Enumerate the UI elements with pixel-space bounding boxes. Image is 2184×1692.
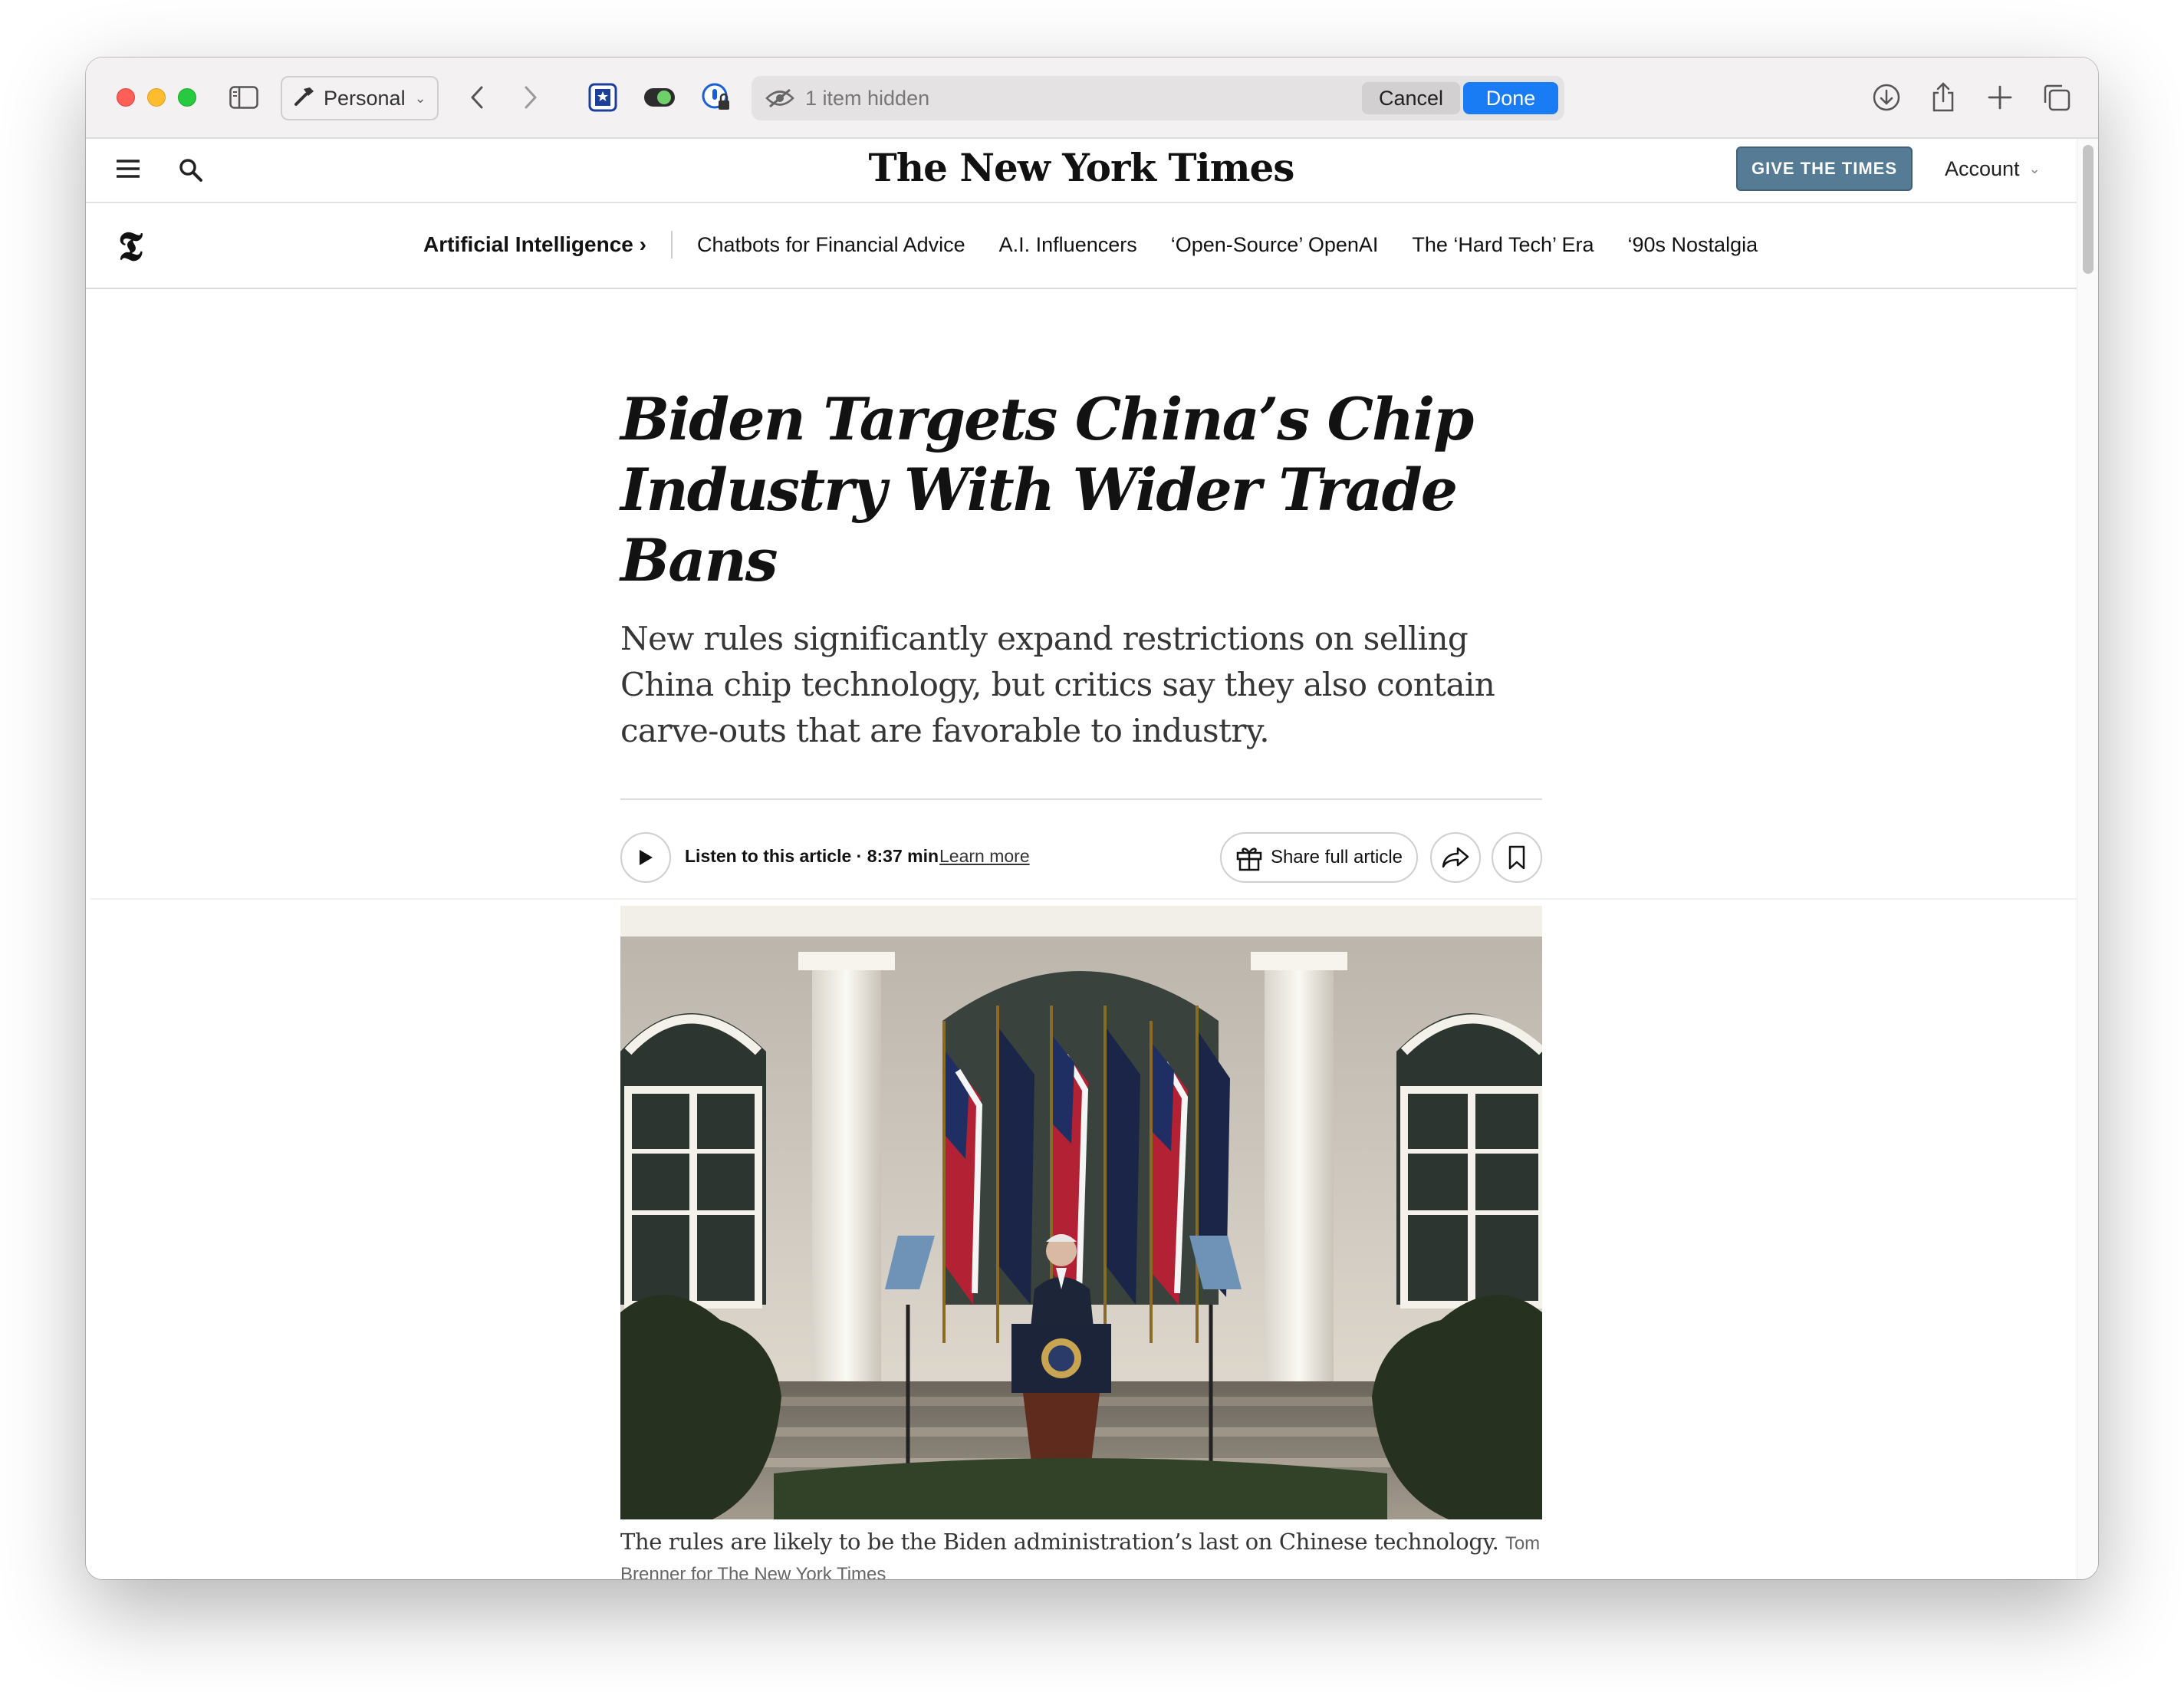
- profile-label: Personal: [324, 86, 406, 110]
- hidden-eye-icon: [765, 88, 796, 108]
- back-icon[interactable]: [460, 81, 494, 114]
- cancel-button[interactable]: Cancel: [1362, 82, 1460, 114]
- browser-toolbar: Personal ⌄ 1 item hidden Cancel Done: [86, 58, 2098, 139]
- share-full-article-button[interactable]: Share full article: [1220, 832, 1418, 883]
- sidebar-icon[interactable]: [227, 81, 261, 114]
- topic-link[interactable]: A.I. Influencers: [999, 233, 1137, 257]
- article-header: Biden Targets China’s Chip Industry With…: [620, 384, 1542, 892]
- chevron-down-icon: ⌄: [2028, 161, 2041, 176]
- article-headline: Biden Targets China’s Chip Industry With…: [620, 385, 1474, 594]
- caption-text: The rules are likely to be the Biden adm…: [620, 1529, 1499, 1555]
- article-photo[interactable]: [620, 906, 1542, 1519]
- bookmark-icon: [1508, 845, 1525, 870]
- share-arrow-icon: [1442, 847, 1469, 868]
- close-window-button[interactable]: [117, 88, 135, 107]
- topic-bar: 𝕿 Artificial Intelligence › Chatbots for…: [86, 203, 2077, 289]
- hidden-items-status: 1 item hidden: [805, 86, 930, 110]
- download-icon[interactable]: [1870, 81, 1903, 114]
- give-the-times-button[interactable]: GIVE THE TIMES: [1736, 146, 1913, 191]
- t-logo-icon[interactable]: 𝕿: [118, 223, 143, 271]
- bookmark-star-icon[interactable]: [586, 81, 620, 114]
- share-icon[interactable]: [1926, 81, 1960, 114]
- scrollbar-track[interactable]: [2077, 139, 2098, 1579]
- zoom-window-button[interactable]: [178, 88, 196, 107]
- forward-icon[interactable]: [514, 81, 548, 114]
- listen-label: Listen to this article · 8:37 min: [685, 846, 939, 866]
- password-icon[interactable]: [699, 81, 733, 114]
- address-bar[interactable]: 1 item hidden Cancel Done: [752, 76, 1564, 120]
- account-label: Account: [1945, 157, 2020, 180]
- learn-more-link[interactable]: Learn more: [939, 846, 1030, 867]
- profile-switcher[interactable]: Personal ⌄: [281, 76, 439, 120]
- gift-icon: [1236, 848, 1262, 871]
- site-header: The New York Times GIVE THE TIMES Accoun…: [86, 139, 2077, 203]
- topic-link[interactable]: ‘Open-Source’ OpenAI: [1171, 233, 1379, 257]
- save-button[interactable]: [1492, 832, 1542, 883]
- new-tab-icon[interactable]: [1983, 81, 2017, 114]
- article-tools: Listen to this article · 8:37 min Learn …: [620, 800, 1542, 892]
- toggle-icon[interactable]: [643, 81, 676, 114]
- share-button[interactable]: [1430, 832, 1481, 883]
- topic-link[interactable]: Chatbots for Financial Advice: [697, 233, 965, 257]
- topic-nav: Artificial Intelligence › Chatbots for F…: [423, 231, 1791, 258]
- section-link[interactable]: Artificial Intelligence ›: [423, 232, 646, 257]
- topic-link[interactable]: ‘90s Nostalgia: [1628, 233, 1758, 257]
- minimize-window-button[interactable]: [147, 88, 166, 107]
- play-audio-button[interactable]: [620, 832, 671, 883]
- tabs-overview-icon[interactable]: [2040, 81, 2074, 114]
- page-content: The New York Times GIVE THE TIMES Accoun…: [86, 139, 2098, 1579]
- scrollbar-thumb[interactable]: [2083, 145, 2094, 274]
- hammer-icon: [293, 84, 316, 113]
- done-button[interactable]: Done: [1463, 82, 1558, 114]
- play-icon: [640, 850, 653, 865]
- topic-link[interactable]: The ‘Hard Tech’ Era: [1412, 233, 1594, 257]
- browser-window: Personal ⌄ 1 item hidden Cancel Done The…: [86, 58, 2098, 1579]
- account-menu[interactable]: Account ⌄: [1945, 157, 2041, 181]
- nav-divider: [670, 231, 673, 258]
- article-summary: New rules significantly expand restricti…: [620, 620, 1495, 749]
- photo-caption: The rules are likely to be the Biden adm…: [620, 1527, 1542, 1579]
- chevron-down-icon: ⌄: [414, 90, 426, 106]
- share-full-label: Share full article: [1270, 847, 1403, 867]
